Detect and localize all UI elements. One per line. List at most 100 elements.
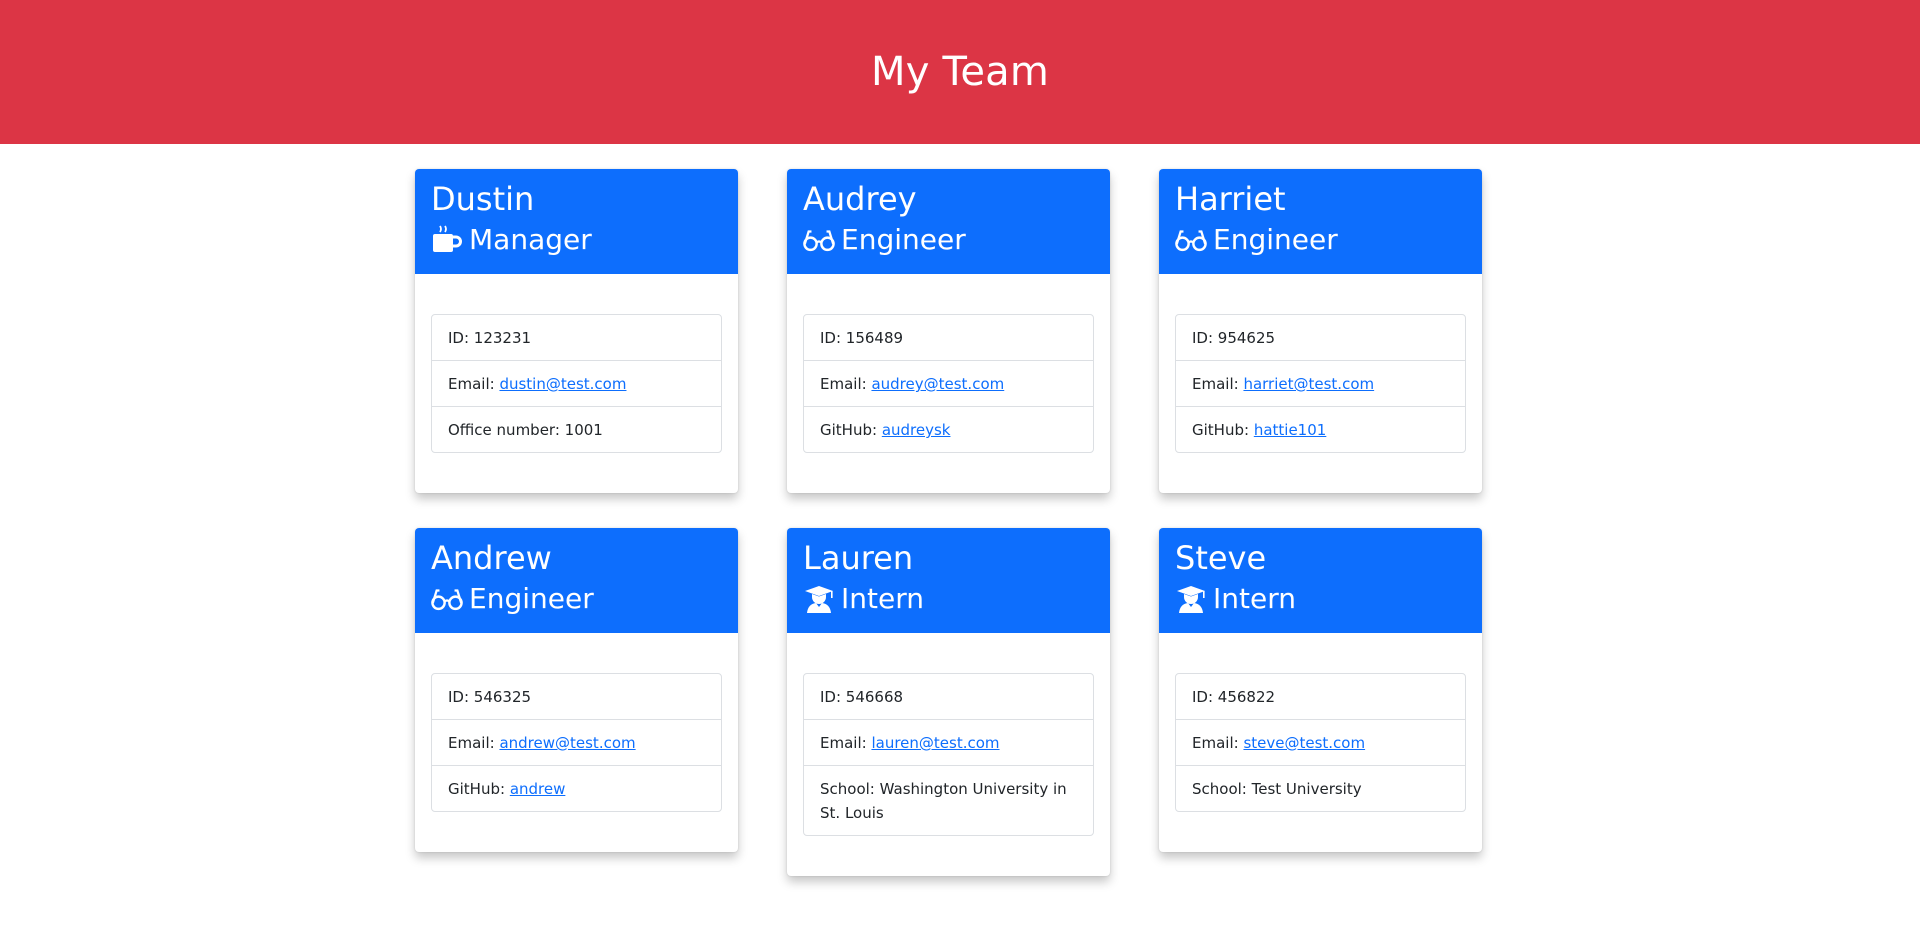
info-list: ID: 456822 Email: steve@test.com School:…: [1175, 673, 1466, 812]
id-label: ID:: [448, 688, 474, 706]
employee-name: Harriet: [1175, 180, 1286, 218]
employee-role: Engineer: [803, 221, 1094, 259]
extra-label: GitHub:: [1192, 421, 1254, 439]
id-value: 456822: [1217, 688, 1276, 706]
employee-name: Steve: [1175, 539, 1267, 577]
employee-card: Andrew Engineer ID: 546325 Email: andrew…: [415, 528, 738, 852]
email-link[interactable]: harriet@test.com: [1243, 375, 1374, 393]
role-label: Engineer: [469, 582, 594, 615]
email-link[interactable]: lauren@test.com: [871, 734, 999, 752]
id-row: ID: 123231: [432, 315, 721, 360]
card-header: Dustin Manager: [415, 169, 738, 274]
employee-name: Dustin: [431, 180, 535, 218]
employee-card: Audrey Engineer ID: 156489 Email: audrey…: [787, 169, 1110, 493]
email-row: Email: audrey@test.com: [804, 360, 1093, 406]
extra-label: School:: [1192, 780, 1252, 798]
card-body: ID: 546325 Email: andrew@test.com GitHub…: [415, 633, 738, 852]
github-link[interactable]: hattie101: [1254, 421, 1327, 439]
coffee-mug-icon: [431, 225, 463, 255]
extra-row: GitHub: audreysk: [804, 406, 1093, 452]
role-label: Engineer: [841, 223, 966, 256]
info-list: ID: 156489 Email: audrey@test.com GitHub…: [803, 314, 1094, 453]
page-header: My Team: [0, 0, 1920, 144]
employee-role: Manager: [431, 221, 722, 259]
card-header: Steve Intern: [1159, 528, 1482, 633]
employee-name: Lauren: [803, 539, 914, 577]
id-value: 954625: [1217, 329, 1276, 347]
school-name: Test University: [1251, 780, 1362, 798]
id-row: ID: 954625: [1176, 315, 1465, 360]
id-value: 546668: [845, 688, 904, 706]
extra-label: School:: [820, 780, 880, 798]
github-link[interactable]: audreysk: [882, 421, 951, 439]
email-row: Email: lauren@test.com: [804, 719, 1093, 765]
employee-card: Lauren Intern ID: 546668 Email: lauren@t…: [787, 528, 1110, 876]
email-label: Email:: [820, 734, 872, 752]
info-list: ID: 546668 Email: lauren@test.com School…: [803, 673, 1094, 836]
role-label: Intern: [841, 582, 924, 615]
id-row: ID: 156489: [804, 315, 1093, 360]
card-header: Audrey Engineer: [787, 169, 1110, 274]
id-label: ID:: [820, 329, 846, 347]
email-row: Email: steve@test.com: [1176, 719, 1465, 765]
extra-row: School: Washington University in St. Lou…: [804, 765, 1093, 835]
extra-label: GitHub:: [448, 780, 510, 798]
id-value: 156489: [845, 329, 904, 347]
extra-row: School: Test University: [1176, 765, 1465, 811]
email-link[interactable]: dustin@test.com: [499, 375, 626, 393]
employee-role: Engineer: [1175, 221, 1466, 259]
github-link[interactable]: andrew: [510, 780, 566, 798]
email-label: Email:: [448, 734, 500, 752]
role-label: Engineer: [1213, 223, 1338, 256]
role-label: Intern: [1213, 582, 1296, 615]
extra-label: GitHub:: [820, 421, 882, 439]
email-label: Email:: [820, 375, 872, 393]
extra-label: Office number:: [448, 421, 565, 439]
email-row: Email: dustin@test.com: [432, 360, 721, 406]
card-body: ID: 954625 Email: harriet@test.com GitHu…: [1159, 274, 1482, 493]
employee-card: Harriet Engineer ID: 954625 Email: harri…: [1159, 169, 1482, 493]
info-list: ID: 546325 Email: andrew@test.com GitHub…: [431, 673, 722, 812]
employee-card: Steve Intern ID: 456822 Email: steve@tes…: [1159, 528, 1482, 852]
id-label: ID:: [1192, 329, 1218, 347]
glasses-icon: [1175, 225, 1207, 255]
email-row: Email: andrew@test.com: [432, 719, 721, 765]
extra-row: Office number: 1001: [432, 406, 721, 452]
id-row: ID: 546668: [804, 674, 1093, 719]
employee-card: Dustin Manager ID: 123231 Email: dustin@…: [415, 169, 738, 493]
card-header: Andrew Engineer: [415, 528, 738, 633]
id-label: ID:: [1192, 688, 1218, 706]
extra-row: GitHub: hattie101: [1176, 406, 1465, 452]
extra-row: GitHub: andrew: [432, 765, 721, 811]
employee-name: Audrey: [803, 180, 917, 218]
id-label: ID:: [820, 688, 846, 706]
email-link[interactable]: andrew@test.com: [499, 734, 635, 752]
id-value: 123231: [473, 329, 532, 347]
info-list: ID: 954625 Email: harriet@test.com GitHu…: [1175, 314, 1466, 453]
email-label: Email:: [1192, 375, 1244, 393]
glasses-icon: [431, 584, 463, 614]
card-header: Harriet Engineer: [1159, 169, 1482, 274]
graduate-icon: [803, 584, 835, 614]
employee-role: Intern: [1175, 580, 1466, 618]
email-row: Email: harriet@test.com: [1176, 360, 1465, 406]
id-row: ID: 456822: [1176, 674, 1465, 719]
card-body: ID: 123231 Email: dustin@test.com Office…: [415, 274, 738, 493]
email-label: Email:: [448, 375, 500, 393]
graduate-icon: [1175, 584, 1207, 614]
employee-name: Andrew: [431, 539, 552, 577]
employee-role: Engineer: [431, 580, 722, 618]
card-body: ID: 456822 Email: steve@test.com School:…: [1159, 633, 1482, 852]
card-header: Lauren Intern: [787, 528, 1110, 633]
card-body: ID: 156489 Email: audrey@test.com GitHub…: [787, 274, 1110, 493]
id-row: ID: 546325: [432, 674, 721, 719]
page-title: My Team: [870, 49, 1050, 95]
email-link[interactable]: audrey@test.com: [871, 375, 1004, 393]
email-link[interactable]: steve@test.com: [1243, 734, 1365, 752]
office-number: 1001: [564, 421, 603, 439]
employee-role: Intern: [803, 580, 1094, 618]
role-label: Manager: [469, 223, 592, 256]
card-body: ID: 546668 Email: lauren@test.com School…: [787, 633, 1110, 876]
email-label: Email:: [1192, 734, 1244, 752]
glasses-icon: [803, 225, 835, 255]
